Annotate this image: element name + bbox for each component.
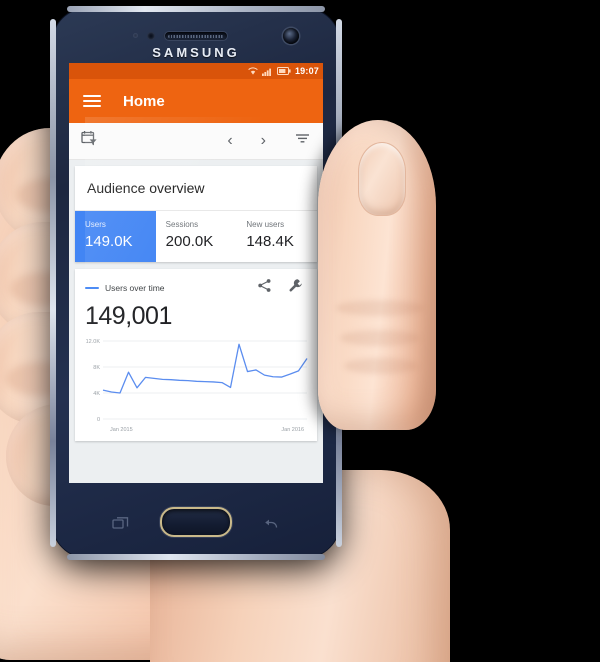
- proximity-sensor-icon: [133, 33, 138, 38]
- metric-tab-sessions[interactable]: Sessions 200.0K: [156, 211, 237, 262]
- users-line-chart: 0 4K 8K 12.0K Jan 2015 Jan 2016: [86, 339, 308, 433]
- legend-label: Users over time: [105, 283, 165, 293]
- back-key-icon[interactable]: [261, 516, 281, 531]
- svg-text:Jan 2015: Jan 2015: [110, 427, 133, 433]
- legend-swatch: [85, 286, 99, 290]
- metric-tab-users[interactable]: Users 149.0K: [75, 211, 156, 262]
- metric-label: Sessions: [165, 220, 199, 229]
- metric-tabs: Users 149.0K Sessions 200.0K New users 1…: [75, 211, 317, 262]
- wrench-icon[interactable]: [288, 278, 303, 298]
- svg-text:8K: 8K: [93, 365, 100, 371]
- chart-total-value: 149,001: [85, 302, 172, 330]
- metric-tab-new-users[interactable]: New users 148.4K: [236, 211, 317, 262]
- light-sensor-icon: [147, 32, 155, 40]
- app-bar: Home: [69, 79, 323, 123]
- earpiece-grille: [164, 31, 228, 41]
- page-title: Home: [123, 92, 165, 110]
- thumb-crease: [344, 358, 418, 374]
- card-title: Audience overview: [87, 180, 205, 196]
- hamburger-menu-icon[interactable]: [83, 95, 101, 107]
- thumb-crease: [340, 330, 420, 346]
- cellular-signal-icon: [261, 67, 273, 76]
- metric-label: Users: [85, 220, 106, 229]
- segment-filter-icon[interactable]: [280, 130, 311, 152]
- front-camera-icon: [283, 28, 299, 44]
- svg-text:12.0K: 12.0K: [86, 339, 101, 345]
- thumb-crease: [336, 300, 424, 316]
- report-content: Audience overview Users 149.0K Sessions …: [69, 160, 323, 483]
- chart-area[interactable]: 0 4K 8K 12.0K Jan 2015 Jan 2016: [75, 333, 317, 448]
- recents-key-icon[interactable]: [111, 516, 131, 531]
- chart-header: Users over time: [75, 269, 317, 298]
- screenshot-stage: SAMSUNG 19:07 Home ‹ › Audience overview…: [0, 0, 600, 662]
- users-over-time-card: Users over time 149,001 0 4K 8K 12.0K Ja…: [75, 269, 317, 441]
- metric-label: New users: [246, 220, 285, 229]
- metric-value: 149.0K: [85, 233, 133, 250]
- metric-value: 148.4K: [246, 233, 294, 250]
- audience-overview-card: Audience overview Users 149.0K Sessions …: [75, 166, 317, 262]
- device-side-rail-left: [50, 19, 56, 547]
- smartphone-device: SAMSUNG 19:07 Home ‹ › Audience overview…: [50, 6, 342, 560]
- share-icon[interactable]: [257, 278, 272, 298]
- status-bar-clock: 19:07: [294, 66, 319, 76]
- physical-home-button[interactable]: [160, 507, 232, 537]
- next-period-button[interactable]: ›: [247, 133, 280, 149]
- battery-icon: [276, 67, 291, 75]
- svg-text:Jan 2016: Jan 2016: [281, 427, 304, 433]
- phone-screen: 19:07 Home ‹ › Audience overview Users 1…: [69, 63, 323, 483]
- metric-value: 200.0K: [165, 233, 214, 250]
- chart-actions: [257, 278, 307, 298]
- previous-period-button[interactable]: ‹: [213, 133, 246, 149]
- device-brand-label: SAMSUNG: [152, 45, 240, 60]
- device-side-rail-bottom: [67, 554, 325, 560]
- sub-toolbar: ‹ ›: [69, 123, 323, 160]
- thumbnail: [358, 142, 406, 216]
- status-bar: 19:07: [69, 63, 323, 79]
- chart-line-series: [102, 343, 308, 394]
- svg-text:0: 0: [97, 417, 100, 423]
- calendar-filter-icon[interactable]: [81, 130, 98, 152]
- svg-text:4K: 4K: [93, 391, 100, 397]
- wifi-icon: [248, 66, 258, 76]
- device-side-rail-top: [67, 6, 325, 12]
